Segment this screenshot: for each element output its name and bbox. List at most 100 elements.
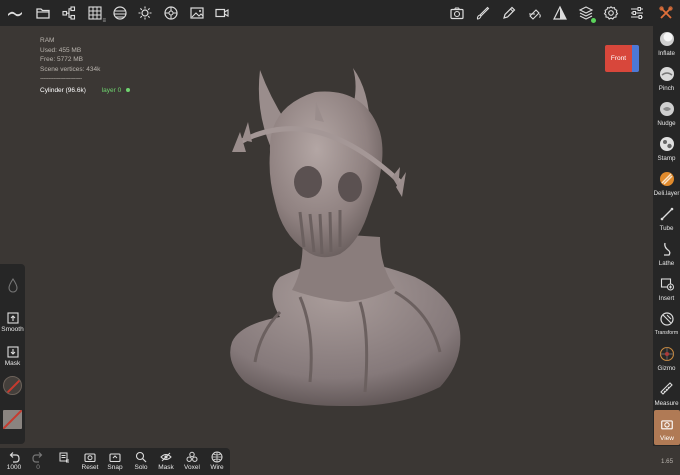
solo-button[interactable]: Solo [129, 450, 153, 471]
solo-icon [134, 450, 148, 463]
tube-icon [658, 205, 676, 223]
nudge-icon [658, 100, 676, 118]
tool-gizmo-label: Gizmo [657, 365, 676, 372]
tool-nudge-label: Nudge [657, 120, 676, 127]
image-icon[interactable] [186, 2, 208, 24]
solo-label: Solo [134, 464, 148, 471]
mask-icon [6, 346, 19, 358]
tool-panel: Inflate Pinch Nudge Stamp Deli.layer Tub… [653, 26, 680, 446]
stats-used: Used: 455 MB [40, 46, 82, 54]
video-icon[interactable] [211, 2, 233, 24]
undo-icon [7, 450, 21, 463]
settings-icon[interactable] [600, 2, 622, 24]
left-brush-panel: Smooth Mask [0, 264, 25, 444]
material-sphere-icon[interactable] [109, 2, 131, 24]
brush-icon[interactable] [472, 2, 494, 24]
scene-tree-icon[interactable] [58, 2, 80, 24]
stats-ram-title: RAM [40, 37, 55, 44]
pen-icon[interactable] [498, 2, 520, 24]
view-cube-side-face[interactable] [632, 45, 639, 72]
mask-visibility-button[interactable]: Mask [154, 450, 178, 471]
stats-vertices: Scene vertices: 434k [40, 65, 101, 73]
tool-delete-layer[interactable]: Deli.layer [653, 168, 680, 202]
tool-tube[interactable]: Tube [653, 203, 680, 237]
tool-view[interactable]: View [654, 410, 680, 445]
lathe-icon [658, 240, 676, 258]
smooth-label: Smooth [1, 326, 24, 333]
view-camera-icon [658, 415, 676, 433]
mask-visibility-icon [159, 450, 173, 463]
paint-icon[interactable] [524, 2, 546, 24]
snap-label: Snap [107, 464, 123, 471]
tool-inflate[interactable]: Inflate [653, 28, 680, 62]
tool-insert[interactable]: Insert [653, 273, 680, 307]
sliders-icon[interactable] [626, 2, 648, 24]
tools-toggle-icon[interactable] [655, 2, 677, 24]
tool-inflate-label: Inflate [658, 50, 675, 57]
shading-icon[interactable] [549, 2, 571, 24]
tool-tube-label: Tube [659, 225, 674, 232]
droplet-icon [7, 278, 18, 293]
redo-count: 0 [36, 464, 40, 471]
smooth-icon [6, 312, 19, 324]
gizmo-icon [658, 345, 676, 363]
voxel-button[interactable]: Voxel [180, 450, 204, 471]
bottom-toolbar: 1000 0 Reset Snap Solo Mask Voxel Wire [0, 448, 230, 475]
active-object-name: Cylinder (96.6k) [40, 86, 86, 94]
redo-button[interactable]: 0 [26, 450, 50, 471]
stats-separator: ------------------------- [40, 75, 82, 82]
view-cube-front-face[interactable]: Front [605, 45, 632, 72]
layers-active-badge [591, 18, 596, 23]
mask-label: Mask [4, 360, 21, 367]
reset-label: Reset [81, 464, 99, 471]
sun-icon[interactable] [134, 2, 156, 24]
grid-icon[interactable]: ≡ [84, 2, 106, 24]
undo-button[interactable]: 1000 [2, 450, 26, 471]
top-toolbar: ≡ [0, 0, 680, 26]
inflate-icon [658, 30, 676, 48]
fps-readout: 1.65 [661, 458, 674, 465]
sculpt-model[interactable] [220, 62, 470, 407]
material-swatch[interactable] [3, 376, 22, 395]
camera-icon[interactable] [446, 2, 468, 24]
alpha-swatch[interactable] [3, 410, 22, 429]
tool-measure-label: Measure [654, 400, 679, 407]
tool-pinch[interactable]: Pinch [653, 63, 680, 97]
mask-button[interactable]: Mask [0, 346, 25, 367]
tool-measure[interactable]: Measure [653, 378, 680, 412]
layer-status-dot [126, 87, 131, 92]
wireframe-label: Wire [210, 464, 224, 471]
tool-view-label: View [660, 435, 674, 442]
transform-icon [658, 310, 676, 328]
wireframe-icon [210, 450, 224, 463]
brush-radius-slider[interactable] [0, 278, 25, 294]
history-button[interactable] [52, 450, 76, 463]
smooth-button[interactable]: Smooth [0, 312, 25, 333]
tool-transform[interactable]: Transform [653, 308, 680, 342]
nomad-logo-icon[interactable] [4, 2, 26, 24]
reset-button[interactable]: Reset [78, 450, 102, 471]
snap-button[interactable]: Snap [103, 450, 127, 471]
wireframe-button[interactable]: Wire [205, 450, 229, 471]
scene-stats: RAM Used: 455 MB Free: 5772 MB Scene ver… [40, 36, 131, 96]
tool-transform-label: Transform [654, 330, 679, 336]
reset-icon [83, 450, 97, 463]
tool-insert-label: Insert [658, 295, 675, 302]
tool-gizmo[interactable]: Gizmo [653, 343, 680, 377]
folder-icon[interactable] [32, 2, 54, 24]
measure-icon [658, 380, 676, 398]
active-object-row[interactable]: Cylinder (96.6k) layer 0 [40, 86, 131, 96]
tool-stamp-label: Stamp [657, 155, 676, 162]
undo-count: 1000 [6, 464, 22, 471]
layers-icon[interactable] [575, 2, 597, 24]
tool-lathe-label: Lathe [658, 260, 675, 267]
tool-stamp[interactable]: Stamp [653, 133, 680, 167]
voxel-label: Voxel [184, 464, 200, 471]
view-cube[interactable]: Front [605, 45, 639, 72]
tool-nudge[interactable]: Nudge [653, 98, 680, 132]
environment-icon[interactable] [160, 2, 182, 24]
mask-visibility-label: Mask [158, 464, 174, 471]
pinch-icon [658, 65, 676, 83]
insert-icon [658, 275, 676, 293]
tool-lathe[interactable]: Lathe [653, 238, 680, 272]
